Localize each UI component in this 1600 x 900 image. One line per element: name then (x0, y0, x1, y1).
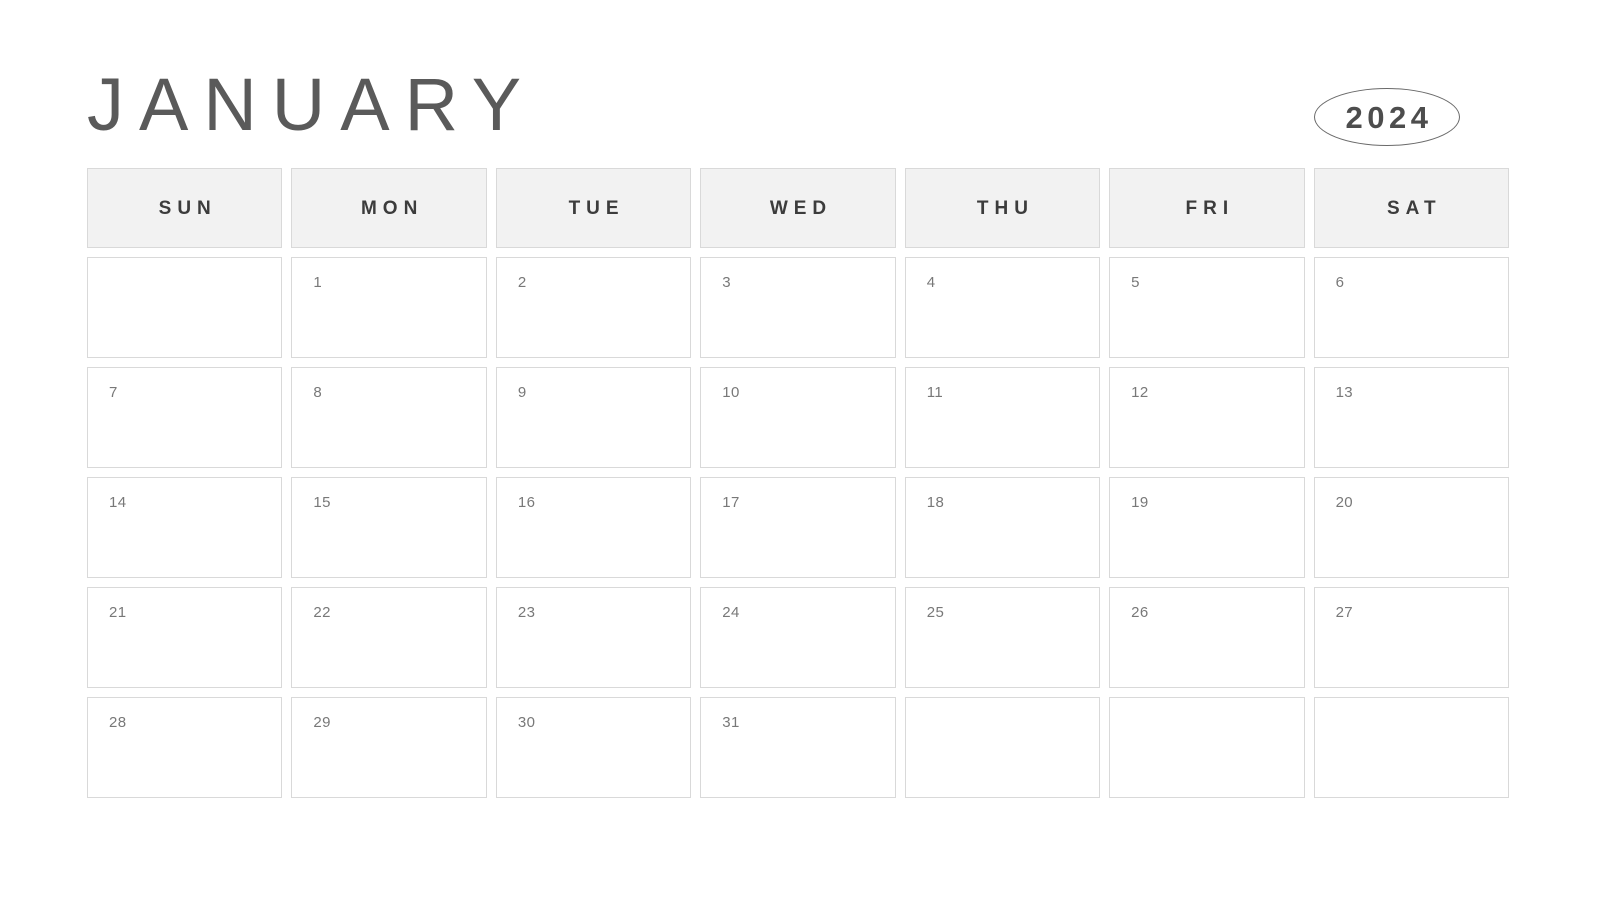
day-number: 6 (1335, 274, 1345, 291)
weekday-label: TUE (568, 197, 625, 219)
day-number: 8 (313, 384, 323, 401)
day-number: 7 (109, 384, 118, 401)
day-number: 24 (722, 604, 740, 621)
day-cell[interactable]: 2 (495, 257, 692, 358)
weekday-label: SAT (1386, 197, 1442, 219)
day-cell[interactable]: 1 (291, 257, 487, 358)
weekday-label: SUN (158, 197, 217, 219)
day-cell[interactable]: 12 (1109, 367, 1305, 468)
day-cell[interactable]: 27 (1313, 587, 1509, 688)
day-cell[interactable]: 18 (904, 477, 1101, 578)
weekday-header-wed: WED (700, 168, 896, 248)
day-cell[interactable]: 14 (87, 477, 283, 578)
day-number: 11 (926, 384, 944, 401)
day-number: 21 (109, 604, 127, 621)
page-title: JANUARY (87, 63, 537, 146)
day-cell[interactable] (87, 257, 283, 358)
day-number: 16 (517, 494, 536, 511)
day-number: 30 (517, 714, 536, 731)
calendar-grid: SUN MON TUE WED THU FRI SAT 1 2 3 4 5 6 … (87, 168, 1509, 798)
day-cell[interactable]: 26 (1109, 587, 1305, 688)
day-cell[interactable]: 9 (495, 367, 692, 468)
weekday-header-sun: SUN (87, 168, 283, 248)
day-cell[interactable]: 16 (495, 477, 692, 578)
day-cell[interactable]: 13 (1313, 367, 1509, 468)
weekday-header-sat: SAT (1313, 168, 1509, 248)
day-number: 1 (313, 274, 323, 291)
day-cell[interactable]: 5 (1109, 257, 1305, 358)
day-number: 29 (313, 714, 331, 731)
day-number: 18 (926, 494, 945, 511)
day-number: 31 (722, 714, 740, 731)
weekday-label: WED (769, 197, 833, 219)
year-label: 2024 (1345, 99, 1433, 135)
day-number: 23 (517, 604, 536, 621)
day-cell[interactable]: 30 (495, 697, 692, 798)
day-cell[interactable]: 4 (904, 257, 1101, 358)
day-number: 5 (1131, 274, 1140, 291)
day-cell[interactable]: 21 (87, 587, 283, 688)
day-number: 15 (313, 494, 331, 511)
day-number: 25 (926, 604, 945, 621)
day-number: 14 (109, 494, 127, 511)
day-number: 3 (722, 274, 732, 291)
day-cell[interactable]: 7 (87, 367, 283, 468)
day-cell[interactable]: 20 (1313, 477, 1509, 578)
day-number: 20 (1335, 494, 1354, 511)
calendar-header: JANUARY 2024 (87, 62, 1509, 162)
weekday-label: MON (360, 197, 424, 219)
day-cell[interactable]: 3 (700, 257, 896, 358)
day-cell[interactable]: 17 (700, 477, 896, 578)
weekday-label: THU (976, 197, 1034, 219)
day-cell[interactable]: 23 (495, 587, 692, 688)
day-number: 2 (517, 274, 527, 291)
day-cell[interactable] (1313, 697, 1509, 798)
day-number: 17 (722, 494, 740, 511)
day-number: 13 (1335, 384, 1354, 401)
calendar-page: JANUARY 2024 SUN MON TUE WED THU FRI SAT (0, 0, 1600, 900)
day-number: 22 (313, 604, 331, 621)
day-cell[interactable]: 25 (904, 587, 1101, 688)
day-cell[interactable]: 22 (291, 587, 487, 688)
day-cell[interactable]: 31 (700, 697, 896, 798)
day-cell[interactable]: 19 (1109, 477, 1305, 578)
day-cell[interactable]: 29 (291, 697, 487, 798)
day-cell[interactable]: 11 (904, 367, 1101, 468)
day-number: 12 (1131, 384, 1149, 401)
day-cell[interactable]: 15 (291, 477, 487, 578)
day-number: 9 (517, 384, 527, 401)
day-cell[interactable]: 28 (87, 697, 283, 798)
day-number: 19 (1131, 494, 1149, 511)
day-number: 10 (722, 384, 740, 401)
day-number: 28 (109, 714, 127, 731)
weekday-header-thu: THU (904, 168, 1101, 248)
year-badge: 2024 (1314, 88, 1460, 146)
day-cell[interactable]: 8 (291, 367, 487, 468)
day-cell[interactable]: 6 (1313, 257, 1509, 358)
day-number: 4 (926, 274, 936, 291)
day-cell[interactable] (1109, 697, 1305, 798)
day-cell[interactable] (904, 697, 1101, 798)
day-number: 27 (1335, 604, 1354, 621)
day-number: 26 (1131, 604, 1149, 621)
day-cell[interactable]: 24 (700, 587, 896, 688)
weekday-header-mon: MON (291, 168, 487, 248)
weekday-header-tue: TUE (495, 168, 692, 248)
day-cell[interactable]: 10 (700, 367, 896, 468)
weekday-label: FRI (1185, 197, 1235, 219)
weekday-header-fri: FRI (1109, 168, 1305, 248)
